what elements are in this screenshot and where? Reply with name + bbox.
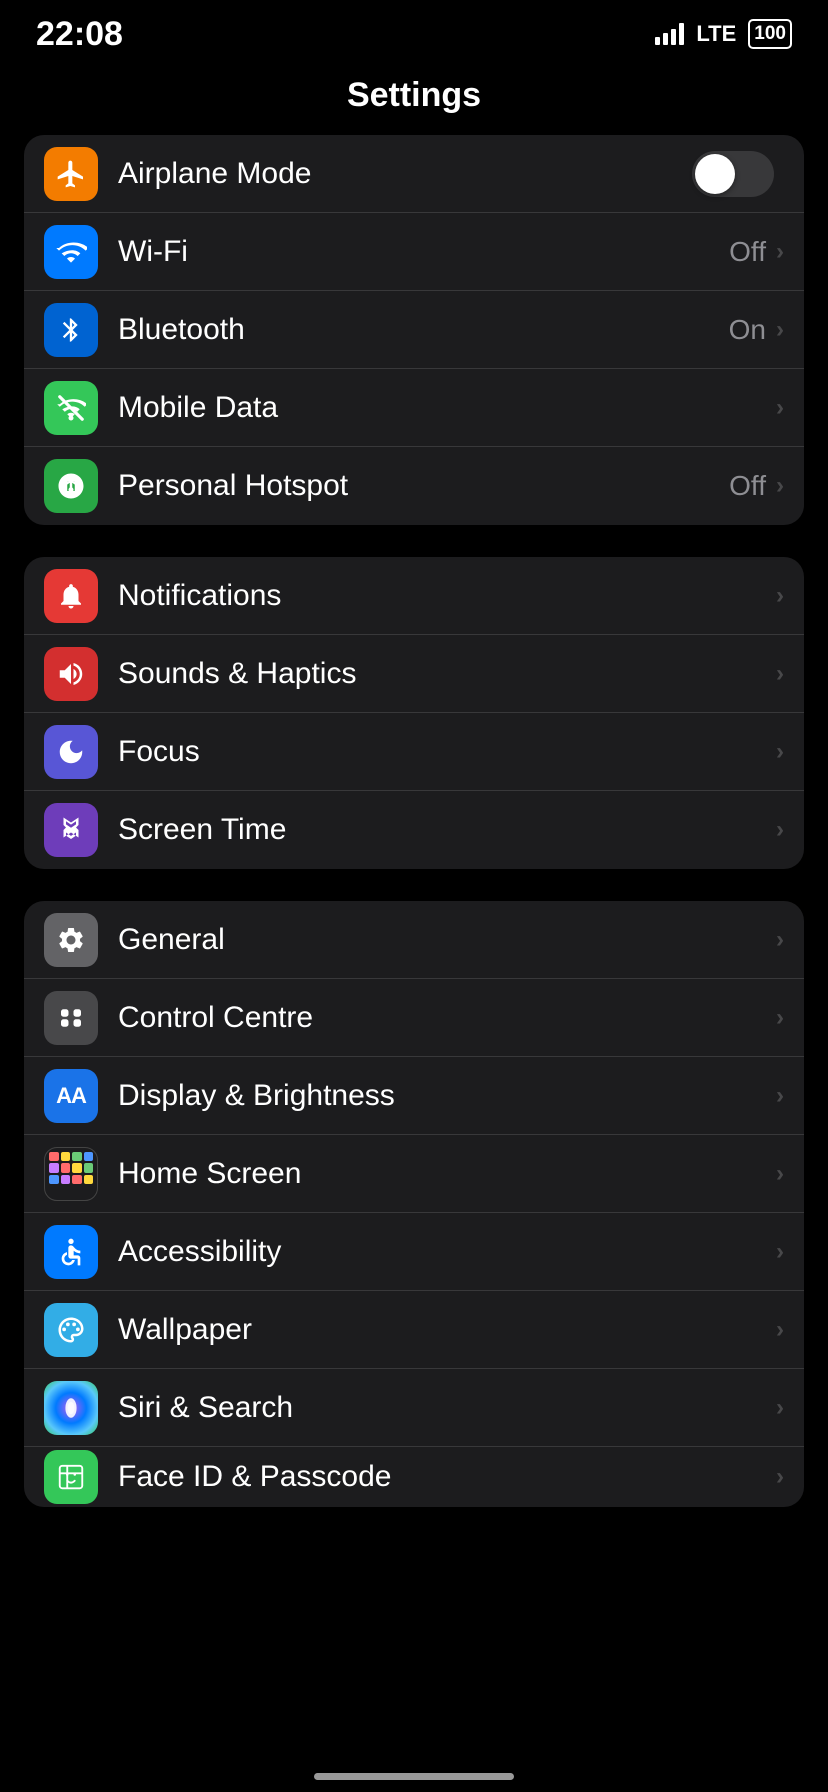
page-title-bar: Settings	[0, 60, 828, 135]
notifications-chevron-icon: ›	[776, 582, 784, 610]
wifi-row[interactable]: Wi-Fi Off ›	[24, 213, 804, 291]
siri-search-label: Siri & Search	[118, 1391, 776, 1425]
display-brightness-icon: AA	[44, 1069, 98, 1123]
sounds-haptics-icon	[44, 647, 98, 701]
airplane-mode-icon	[44, 147, 98, 201]
home-screen-chevron-icon: ›	[776, 1160, 784, 1188]
general-chevron-icon: ›	[776, 926, 784, 954]
airplane-mode-row[interactable]: Airplane Mode	[24, 135, 804, 213]
focus-row[interactable]: Focus ›	[24, 713, 804, 791]
screen-time-label: Screen Time	[118, 813, 776, 847]
personal-hotspot-icon	[44, 459, 98, 513]
wifi-icon	[44, 225, 98, 279]
general-icon	[44, 913, 98, 967]
notifications-row[interactable]: Notifications ›	[24, 557, 804, 635]
bluetooth-chevron-icon: ›	[776, 316, 784, 344]
home-indicator	[314, 1773, 514, 1780]
control-centre-icon	[44, 991, 98, 1045]
general-group: General › Control Centre › AA Display & …	[24, 901, 804, 1507]
bluetooth-icon	[44, 303, 98, 357]
display-brightness-label: Display & Brightness	[118, 1079, 776, 1113]
wifi-label: Wi-Fi	[118, 235, 729, 269]
status-icons: LTE 100	[655, 19, 792, 49]
face-id-chevron-icon: ›	[776, 1463, 784, 1491]
face-id-icon	[44, 1450, 98, 1504]
airplane-mode-toggle[interactable]	[692, 151, 774, 197]
display-brightness-chevron-icon: ›	[776, 1082, 784, 1110]
face-id-row[interactable]: Face ID & Passcode ›	[24, 1447, 804, 1507]
wallpaper-chevron-icon: ›	[776, 1316, 784, 1344]
home-screen-icon	[44, 1147, 98, 1201]
bluetooth-label: Bluetooth	[118, 313, 729, 347]
siri-search-row[interactable]: Siri & Search ›	[24, 1369, 804, 1447]
accessibility-icon	[44, 1225, 98, 1279]
control-centre-label: Control Centre	[118, 1001, 776, 1035]
control-centre-chevron-icon: ›	[776, 1004, 784, 1032]
control-centre-row[interactable]: Control Centre ›	[24, 979, 804, 1057]
status-bar: 22:08 LTE 100	[0, 0, 828, 60]
general-label: General	[118, 923, 776, 957]
focus-label: Focus	[118, 735, 776, 769]
screen-time-chevron-icon: ›	[776, 816, 784, 844]
accessibility-row[interactable]: Accessibility ›	[24, 1213, 804, 1291]
notifications-group: Notifications › Sounds & Haptics › Focus…	[24, 557, 804, 869]
sounds-haptics-row[interactable]: Sounds & Haptics ›	[24, 635, 804, 713]
screen-time-row[interactable]: Screen Time ›	[24, 791, 804, 869]
wifi-chevron-icon: ›	[776, 238, 784, 266]
mobile-data-icon	[44, 381, 98, 435]
siri-icon	[44, 1381, 98, 1435]
signal-bars-icon	[655, 23, 684, 45]
sounds-haptics-label: Sounds & Haptics	[118, 657, 776, 691]
accessibility-chevron-icon: ›	[776, 1238, 784, 1266]
status-time: 22:08	[36, 15, 123, 54]
screen-time-icon	[44, 803, 98, 857]
general-row[interactable]: General ›	[24, 901, 804, 979]
face-id-label: Face ID & Passcode	[118, 1460, 776, 1494]
focus-chevron-icon: ›	[776, 738, 784, 766]
focus-icon	[44, 725, 98, 779]
siri-search-chevron-icon: ›	[776, 1394, 784, 1422]
wifi-value: Off	[729, 236, 766, 268]
notifications-label: Notifications	[118, 579, 776, 613]
bluetooth-row[interactable]: Bluetooth On ›	[24, 291, 804, 369]
mobile-data-row[interactable]: Mobile Data ›	[24, 369, 804, 447]
bluetooth-value: On	[729, 314, 766, 346]
connectivity-group: Airplane Mode Wi-Fi Off › Bluetooth On ›	[24, 135, 804, 525]
personal-hotspot-value: Off	[729, 470, 766, 502]
wallpaper-icon	[44, 1303, 98, 1357]
display-brightness-row[interactable]: AA Display & Brightness ›	[24, 1057, 804, 1135]
home-screen-row[interactable]: Home Screen ›	[24, 1135, 804, 1213]
home-screen-label: Home Screen	[118, 1157, 776, 1191]
personal-hotspot-chevron-icon: ›	[776, 472, 784, 500]
notifications-icon	[44, 569, 98, 623]
accessibility-label: Accessibility	[118, 1235, 776, 1269]
lte-label: LTE	[696, 21, 736, 47]
mobile-data-label: Mobile Data	[118, 391, 776, 425]
personal-hotspot-row[interactable]: Personal Hotspot Off ›	[24, 447, 804, 525]
airplane-mode-label: Airplane Mode	[118, 157, 692, 191]
wallpaper-row[interactable]: Wallpaper ›	[24, 1291, 804, 1369]
wallpaper-label: Wallpaper	[118, 1313, 776, 1347]
page-title: Settings	[0, 76, 828, 115]
battery-icon: 100	[748, 19, 792, 49]
personal-hotspot-label: Personal Hotspot	[118, 469, 729, 503]
sounds-haptics-chevron-icon: ›	[776, 660, 784, 688]
mobile-data-chevron-icon: ›	[776, 394, 784, 422]
